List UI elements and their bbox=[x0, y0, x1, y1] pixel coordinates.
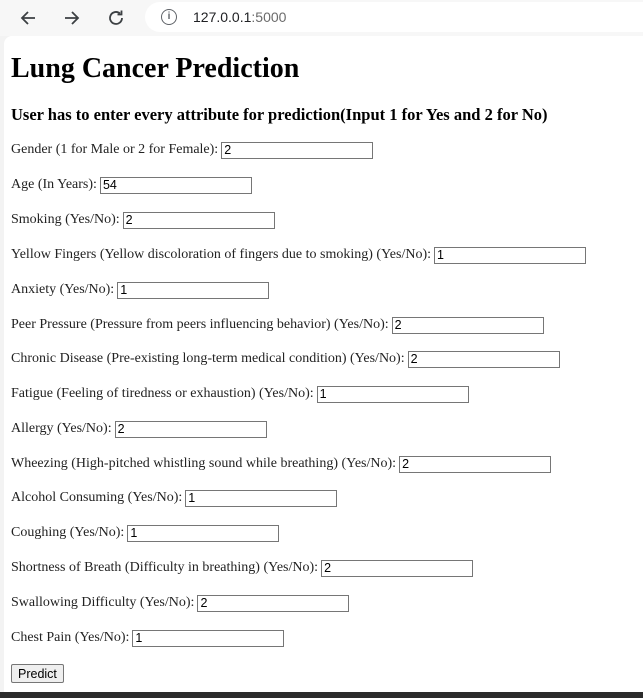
coughing-input[interactable] bbox=[127, 524, 280, 542]
back-button[interactable] bbox=[14, 4, 42, 32]
bottom-edge bbox=[0, 692, 643, 698]
alcohol-consuming-label: Alcohol Consuming (Yes/No): bbox=[11, 490, 183, 505]
age-input[interactable] bbox=[99, 176, 252, 194]
swallowing-difficulty-input[interactable] bbox=[197, 594, 350, 612]
age-label: Age (In Years): bbox=[11, 177, 97, 192]
coughing-label: Coughing (Yes/No): bbox=[11, 525, 125, 540]
peer-pressure-input[interactable] bbox=[391, 316, 544, 334]
swallowing-difficulty-label: Swallowing Difficulty (Yes/No): bbox=[11, 595, 195, 610]
yellow-fingers-label: Yellow Fingers (Yellow discoloration of … bbox=[11, 247, 431, 262]
fatigue-input[interactable] bbox=[316, 385, 469, 403]
field-age: Age (In Years): bbox=[11, 175, 252, 195]
field-coughing: Coughing (Yes/No): bbox=[11, 523, 280, 543]
field-anxiety: Anxiety (Yes/No): bbox=[11, 280, 270, 300]
field-swallowing-difficulty: Swallowing Difficulty (Yes/No): bbox=[11, 593, 350, 613]
chronic-disease-input[interactable] bbox=[407, 350, 560, 368]
anxiety-label: Anxiety (Yes/No): bbox=[11, 282, 115, 297]
field-smoking: Smoking (Yes/No): bbox=[11, 210, 275, 230]
forward-button[interactable] bbox=[58, 4, 86, 32]
chest-pain-label: Chest Pain (Yes/No): bbox=[11, 630, 130, 645]
smoking-label: Smoking (Yes/No): bbox=[11, 212, 120, 227]
field-yellow-fingers: Yellow Fingers (Yellow discoloration of … bbox=[11, 245, 586, 265]
field-wheezing: Wheezing (High-pitched whistling sound w… bbox=[11, 454, 552, 474]
field-fatigue: Fatigue (Feeling of tiredness or exhaust… bbox=[11, 384, 469, 404]
page-viewport: Lung Cancer Prediction User has to enter… bbox=[4, 36, 643, 692]
wheezing-label: Wheezing (High-pitched whistling sound w… bbox=[11, 456, 397, 471]
smoking-input[interactable] bbox=[122, 211, 275, 229]
address-bar[interactable]: i 127.0.0.1:5000 bbox=[145, 2, 643, 32]
field-chest-pain: Chest Pain (Yes/No): bbox=[11, 628, 285, 648]
shortness-of-breath-input[interactable] bbox=[321, 559, 474, 577]
fatigue-label: Fatigue (Feeling of tiredness or exhaust… bbox=[11, 386, 314, 401]
chest-pain-input[interactable] bbox=[132, 629, 285, 647]
field-shortness-of-breath: Shortness of Breath (Difficulty in breat… bbox=[11, 558, 474, 578]
field-chronic-disease: Chronic Disease (Pre-existing long-term … bbox=[11, 349, 560, 369]
reload-button[interactable] bbox=[102, 4, 130, 32]
url-port: :5000 bbox=[251, 9, 287, 25]
info-icon[interactable]: i bbox=[161, 9, 177, 25]
chronic-disease-label: Chronic Disease (Pre-existing long-term … bbox=[11, 351, 405, 366]
page-title: Lung Cancer Prediction bbox=[11, 53, 300, 84]
field-allergy: Allergy (Yes/No): bbox=[11, 419, 267, 439]
field-alcohol-consuming: Alcohol Consuming (Yes/No): bbox=[11, 488, 338, 508]
allergy-label: Allergy (Yes/No): bbox=[11, 421, 112, 436]
url-text: 127.0.0.1:5000 bbox=[193, 9, 286, 25]
browser-toolbar: i 127.0.0.1:5000 bbox=[0, 0, 643, 36]
wheezing-input[interactable] bbox=[399, 455, 552, 473]
arrow-left-icon bbox=[20, 11, 35, 25]
predict-button[interactable]: Predict bbox=[11, 664, 64, 683]
field-gender: Gender (1 for Male or 2 for Female): bbox=[11, 140, 374, 160]
arrow-right-icon bbox=[65, 11, 80, 25]
page-subtitle: User has to enter every attribute for pr… bbox=[11, 105, 548, 124]
anxiety-input[interactable] bbox=[117, 281, 270, 299]
peer-pressure-label: Peer Pressure (Pressure from peers influ… bbox=[11, 317, 389, 332]
allergy-input[interactable] bbox=[114, 420, 267, 438]
gender-label: Gender (1 for Male or 2 for Female): bbox=[11, 142, 219, 157]
yellow-fingers-input[interactable] bbox=[434, 246, 586, 264]
url-host: 127.0.0.1 bbox=[193, 9, 252, 25]
gender-input[interactable] bbox=[221, 141, 374, 159]
shortness-of-breath-label: Shortness of Breath (Difficulty in breat… bbox=[11, 560, 319, 575]
alcohol-consuming-input[interactable] bbox=[185, 489, 338, 507]
field-peer-pressure: Peer Pressure (Pressure from peers influ… bbox=[11, 315, 544, 335]
reload-icon bbox=[109, 10, 123, 25]
